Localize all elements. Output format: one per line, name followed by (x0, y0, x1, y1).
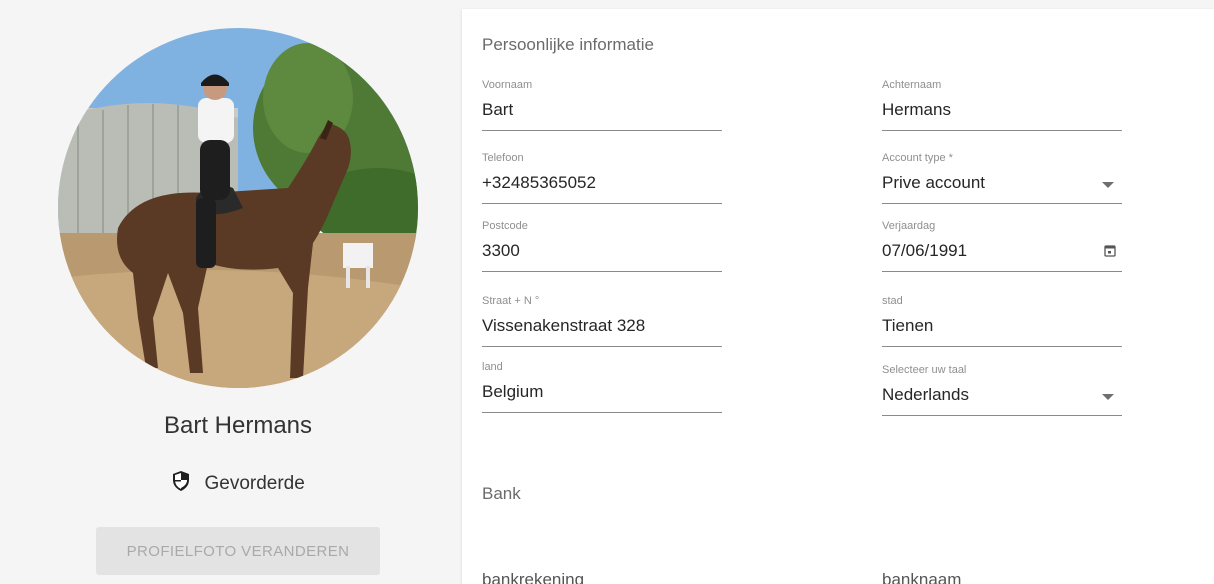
lastname-underline (882, 130, 1122, 131)
bank-account-label: bankrekening (482, 570, 585, 584)
country-underline (482, 412, 722, 413)
postcode-label: Postcode (482, 220, 528, 232)
street-label: Straat + N ° (482, 295, 540, 307)
firstname-field[interactable]: Voornaam Bart (482, 79, 722, 131)
phone-input[interactable]: +32485365052 (482, 170, 722, 196)
change-photo-button[interactable]: PROFIELFOTO VERANDEREN (96, 527, 380, 575)
language-underline (882, 415, 1122, 416)
lastname-field[interactable]: Achternaam Hermans (882, 79, 1122, 131)
section-title-bank: Bank (482, 484, 521, 503)
profile-name: Bart Hermans (163, 412, 313, 439)
postcode-underline (482, 271, 722, 272)
chevron-down-icon[interactable] (1102, 394, 1114, 400)
birthday-label: Verjaardag (882, 220, 936, 232)
phone-label: Telefoon (482, 152, 524, 164)
chevron-down-icon[interactable] (1102, 182, 1114, 188)
shield-icon (171, 470, 191, 498)
street-input[interactable]: Vissenakenstraat 328 (482, 313, 722, 339)
personal-info-panel: Persoonlijke informatie Voornaam Bart Ac… (462, 9, 1214, 584)
firstname-input[interactable]: Bart (482, 97, 722, 123)
city-label: stad (882, 295, 903, 307)
role-badge: Gevorderde (0, 470, 476, 498)
account-type-value[interactable]: Prive account (882, 170, 1122, 196)
language-label: Selecteer uw taal (882, 364, 967, 376)
postcode-input[interactable]: 3300 (482, 238, 722, 264)
bank-name-label: banknaam (882, 570, 962, 584)
account-type-underline (882, 203, 1122, 204)
city-underline (882, 346, 1122, 347)
birthday-field[interactable]: Verjaardag 07/06/1991 (882, 220, 1122, 272)
account-type-label: Account type * (882, 152, 953, 164)
section-title-personal: Persoonlijke informatie (482, 35, 654, 54)
city-input[interactable]: Tienen (882, 313, 1122, 339)
country-input[interactable]: Belgium (482, 379, 722, 405)
lastname-input[interactable]: Hermans (882, 97, 1122, 123)
lastname-label: Achternaam (882, 79, 942, 91)
language-value[interactable]: Nederlands (882, 382, 1122, 408)
calendar-icon[interactable] (1104, 244, 1116, 260)
firstname-underline (482, 130, 722, 131)
city-field[interactable]: stad Tienen (882, 295, 1122, 347)
firstname-label: Voornaam (482, 79, 533, 91)
avatar-photo (58, 28, 418, 388)
phone-field[interactable]: Telefoon +32485365052 (482, 152, 722, 204)
phone-underline (482, 203, 722, 204)
street-underline (482, 346, 722, 347)
avatar (58, 28, 418, 388)
account-type-select[interactable]: Account type * Prive account (882, 152, 1122, 204)
country-label: land (482, 361, 503, 373)
postcode-field[interactable]: Postcode 3300 (482, 220, 722, 272)
profile-sidebar: Bart Hermans Gevorderde PROFIELFOTO VERA… (0, 0, 460, 584)
country-field[interactable]: land Belgium (482, 361, 722, 413)
birthday-underline (882, 271, 1122, 272)
street-field[interactable]: Straat + N ° Vissenakenstraat 328 (482, 295, 722, 347)
birthday-input[interactable]: 07/06/1991 (882, 238, 1122, 264)
role-label: Gevorderde (204, 473, 305, 494)
language-select[interactable]: Selecteer uw taal Nederlands (882, 364, 1122, 416)
